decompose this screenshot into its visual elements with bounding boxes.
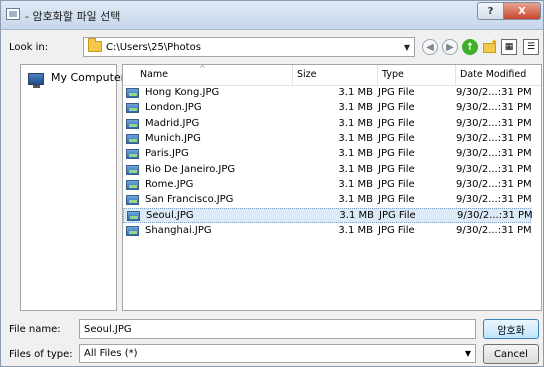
file-name-cell: Rio De Janeiro.JPG xyxy=(145,163,236,175)
file-size-cell: 3.1 MB xyxy=(338,117,373,129)
file-name-cell: London.JPG xyxy=(145,102,202,114)
image-file-icon xyxy=(126,164,139,175)
file-type-cell: JPG File xyxy=(378,194,415,206)
file-date-cell: 9/30/2...:31 PM xyxy=(456,102,532,114)
help-button[interactable]: ? xyxy=(477,2,504,20)
close-button[interactable]: X xyxy=(503,2,541,20)
file-size-cell: 3.1 MB xyxy=(338,178,373,190)
image-file-icon xyxy=(126,149,139,160)
file-date-cell: 9/30/2...:31 PM xyxy=(456,178,532,190)
file-type-cell: JPG File xyxy=(378,224,415,236)
title-bar: - 암호화할 파일 선택 ? X xyxy=(1,1,543,30)
image-file-icon xyxy=(126,133,139,144)
file-name-field[interactable] xyxy=(79,319,476,339)
file-date-cell: 9/30/2...:31 PM xyxy=(457,210,533,222)
file-name-cell: Hong Kong.JPG xyxy=(145,87,220,98)
file-type-cell: JPG File xyxy=(378,178,415,190)
file-row[interactable]: San Francisco.JPG 3.1 MB JPG File 9/30/2...… xyxy=(123,193,532,208)
file-row[interactable]: Rio De Janeiro.JPG 3.1 MB JPG File 9/30/2..… xyxy=(123,163,532,178)
image-file-icon xyxy=(126,225,139,236)
file-name-cell: Madrid.JPG xyxy=(145,117,200,129)
new-folder-icon[interactable]: ✦ xyxy=(482,38,498,55)
image-file-icon xyxy=(126,118,139,129)
file-type-cell: JPG File xyxy=(378,132,415,144)
file-size-cell: 3.1 MB xyxy=(338,87,373,98)
forward-icon[interactable]: ▶ xyxy=(442,39,458,55)
file-name-cell: San Francisco.JPG xyxy=(145,194,234,206)
image-file-icon xyxy=(126,103,139,114)
app-icon xyxy=(6,8,20,20)
sidebar-item-label: My Computer xyxy=(51,71,126,84)
file-size-cell: 3.1 MB xyxy=(338,163,373,175)
file-type-cell: JPG File xyxy=(378,163,415,175)
file-row[interactable]: Paris.JPG 3.1 MB JPG File 9/30/2...:31 PM xyxy=(123,147,532,162)
list-view-icon[interactable]: ▦ xyxy=(501,39,517,55)
image-file-icon xyxy=(127,211,140,222)
file-size-cell: 3.1 MB xyxy=(338,194,373,206)
file-type-cell: JPG File xyxy=(379,210,416,222)
sidebar: My Computer xyxy=(20,64,125,311)
window-title: - 암호화할 파일 선택 xyxy=(25,10,121,23)
file-dialog: - 암호화할 파일 선택 ? X Look in: C:\Users\25\Ph… xyxy=(0,0,544,367)
file-type-cell: JPG File xyxy=(378,87,415,98)
computer-icon xyxy=(28,73,44,88)
parent-directory-icon[interactable]: ↑ xyxy=(462,39,478,55)
look-in-label: Look in: xyxy=(9,42,49,53)
file-size-cell: 3.1 MB xyxy=(338,102,373,114)
file-type-label: Files of type: xyxy=(9,349,73,360)
cancel-button[interactable]: Cancel xyxy=(483,344,539,364)
file-date-cell: 9/30/2...:31 PM xyxy=(456,224,532,236)
column-header-date[interactable]: Date Modified xyxy=(456,65,541,85)
image-file-icon xyxy=(126,88,139,98)
column-header-size[interactable]: Size xyxy=(293,65,378,85)
file-size-cell: 3.1 MB xyxy=(339,210,374,222)
file-date-cell: 9/30/2...:31 PM xyxy=(456,132,532,144)
look-in-path: C:\Users\25\Photos xyxy=(106,42,201,53)
file-date-cell: 9/30/2...:31 PM xyxy=(456,148,532,160)
look-in-combo[interactable]: C:\Users\25\Photos ▼ xyxy=(83,37,415,57)
file-type-cell: JPG File xyxy=(378,117,415,129)
file-date-cell: 9/30/2...:31 PM xyxy=(456,87,532,98)
file-size-cell: 3.1 MB xyxy=(338,132,373,144)
file-row[interactable]: Seoul.JPG 3.1 MB JPG File 9/30/2...:31 PM xyxy=(123,208,533,224)
file-size-cell: 3.1 MB xyxy=(338,224,373,236)
file-type-select[interactable]: All Files (*) ▼ xyxy=(79,344,476,363)
file-date-cell: 9/30/2...:31 PM xyxy=(456,163,532,175)
image-file-icon xyxy=(126,195,139,206)
file-row[interactable]: Madrid.JPG 3.1 MB JPG File 9/30/2...:31 PM xyxy=(123,117,532,132)
column-header-type[interactable]: Type xyxy=(378,65,456,85)
encrypt-button[interactable]: 암호화 xyxy=(483,319,539,339)
file-row[interactable]: London.JPG 3.1 MB JPG File 9/30/2...:31 PM xyxy=(123,101,532,116)
chevron-down-icon: ▼ xyxy=(403,43,410,52)
sort-ascending-icon: ^ xyxy=(199,64,206,73)
file-type-cell: JPG File xyxy=(378,102,415,114)
back-icon[interactable]: ◀ xyxy=(422,39,438,55)
file-name-cell: Seoul.JPG xyxy=(146,210,194,222)
file-row[interactable]: Rome.JPG 3.1 MB JPG File 9/30/2...:31 PM xyxy=(123,178,532,193)
column-header-name[interactable]: Name ^ xyxy=(123,64,293,85)
chevron-down-icon: ▼ xyxy=(464,349,471,358)
file-name-cell: Shanghai.JPG xyxy=(145,224,212,236)
file-row[interactable]: Hong Kong.JPG 3.1 MB JPG File 9/30/2...:31 … xyxy=(123,86,532,101)
file-type-value: All Files (*) xyxy=(84,348,138,359)
file-type-cell: JPG File xyxy=(378,148,415,160)
image-file-icon xyxy=(126,179,139,190)
file-row[interactable]: Shanghai.JPG 3.1 MB JPG File 9/30/2...:31 P… xyxy=(123,224,532,239)
file-size-cell: 3.1 MB xyxy=(338,148,373,160)
list-header: Name ^ Size Type Date Modified xyxy=(123,64,541,86)
file-date-cell: 9/30/2...:31 PM xyxy=(456,194,532,206)
folder-icon xyxy=(88,38,102,52)
file-name-cell: Paris.JPG xyxy=(145,148,189,160)
detail-view-icon[interactable]: ☰ xyxy=(523,39,539,55)
file-date-cell: 9/30/2...:31 PM xyxy=(456,117,532,129)
file-name-label: File name: xyxy=(9,324,61,335)
file-name-cell: Rome.JPG xyxy=(145,178,194,190)
file-list: Name ^ Size Type Date Modified Hong Kong… xyxy=(122,64,542,311)
file-row[interactable]: Munich.JPG 3.1 MB JPG File 9/30/2...:31 PM xyxy=(123,132,532,147)
file-name-cell: Munich.JPG xyxy=(145,132,201,144)
